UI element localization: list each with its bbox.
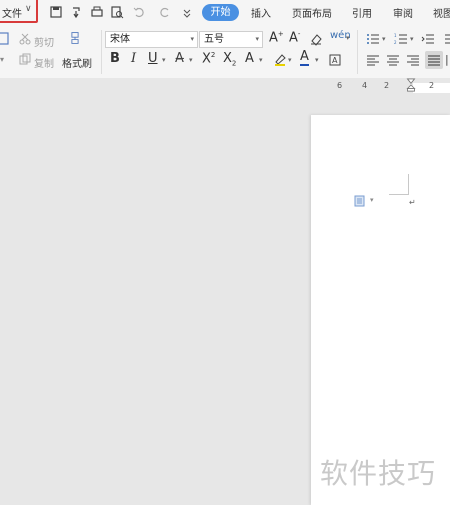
svg-text:A: A	[332, 56, 338, 65]
copy-icon[interactable]	[18, 52, 32, 66]
indent-marker-icon[interactable]	[404, 78, 416, 94]
document-page[interactable]	[311, 115, 450, 505]
align-right-icon[interactable]	[406, 53, 420, 67]
dropdown-caret-icon[interactable]: ▾	[162, 56, 166, 64]
horizontal-ruler[interactable]: 6 4 2 2	[0, 78, 450, 95]
tab-insert[interactable]: 插入	[251, 5, 271, 20]
dropdown-caret-icon[interactable]: ▾	[370, 196, 374, 204]
bullet-list-icon[interactable]	[366, 32, 380, 46]
file-menu-label: 文件	[2, 9, 22, 20]
redo-icon[interactable]	[158, 5, 172, 19]
font-size-value: 五号	[204, 34, 224, 45]
font-name-select[interactable]: 宋体 ▾	[105, 31, 198, 48]
strikethrough-icon[interactable]: A̶	[175, 51, 184, 66]
print-preview-icon[interactable]	[110, 5, 124, 19]
ribbon-divider	[101, 30, 102, 74]
tab-page-layout[interactable]: 页面布局	[292, 5, 332, 20]
underline-icon[interactable]: U	[148, 51, 158, 66]
font-name-value: 宋体	[110, 34, 130, 45]
dropdown-caret-icon[interactable]: ▾	[346, 34, 350, 42]
superscript-icon[interactable]: X2	[202, 51, 215, 66]
cut-button[interactable]: 剪切	[34, 34, 54, 49]
tab-view[interactable]: 视图	[433, 5, 450, 20]
tab-home[interactable]: 开始	[202, 4, 239, 21]
ruler-tick-label: 6	[337, 81, 343, 90]
paste-dropdown-icon[interactable]: ▾	[0, 55, 4, 64]
dropdown-caret-icon[interactable]: ▾	[410, 35, 414, 43]
output-icon[interactable]	[70, 5, 84, 19]
decrease-indent-icon[interactable]	[421, 32, 435, 46]
font-color-icon[interactable]: A	[300, 50, 309, 66]
dropdown-caret-icon[interactable]: ▾	[259, 56, 263, 64]
italic-icon[interactable]: I	[131, 51, 136, 66]
text-effect-icon[interactable]: A	[245, 51, 254, 66]
customize-toolbar-icon[interactable]	[180, 5, 194, 19]
tab-review[interactable]: 审阅	[393, 5, 413, 20]
dropdown-caret-icon[interactable]: ▾	[315, 56, 319, 64]
file-menu-button[interactable]: 文件 ∨	[0, 0, 38, 23]
layout-options-icon[interactable]	[354, 195, 366, 207]
margin-corner-marker	[389, 194, 409, 195]
increase-indent-icon[interactable]	[440, 32, 450, 46]
dropdown-caret-icon: ▾	[255, 35, 259, 43]
dropdown-caret-icon[interactable]: ▾	[189, 56, 193, 64]
undo-icon[interactable]	[132, 5, 146, 19]
tab-references[interactable]: 引用	[352, 5, 372, 20]
svg-text:2: 2	[394, 40, 397, 45]
cut-icon[interactable]	[18, 32, 32, 46]
grow-font-icon[interactable]: A+	[269, 30, 284, 45]
dropdown-caret-icon[interactable]: ▾	[382, 35, 386, 43]
ribbon-divider	[357, 30, 358, 74]
distribute-icon[interactable]: |	[445, 53, 449, 66]
dropdown-caret-icon[interactable]: ▾	[288, 56, 292, 64]
format-painter-icon[interactable]	[68, 31, 86, 49]
highlight-icon[interactable]	[273, 52, 287, 66]
format-painter-button[interactable]: 格式刷	[62, 55, 92, 70]
chevron-down-icon: ∨	[25, 4, 32, 14]
dropdown-caret-icon: ▾	[190, 35, 194, 43]
char-border-icon[interactable]: A	[328, 53, 342, 67]
paragraph-mark-icon: ↵	[409, 198, 416, 207]
margin-corner-marker	[408, 174, 409, 195]
ruler-tick-label: 2	[384, 81, 390, 90]
top-toolbar: 文件 ∨ 开始 插入 页面布局 引用 审阅 视图	[0, 0, 450, 25]
align-left-icon[interactable]	[366, 53, 380, 67]
paste-icon[interactable]	[0, 31, 11, 45]
subscript-icon[interactable]: X2	[223, 51, 236, 68]
ruler-tick-label: 2	[429, 81, 435, 90]
numbered-list-icon[interactable]: 12	[394, 32, 408, 46]
print-icon[interactable]	[90, 5, 104, 19]
font-size-select[interactable]: 五号 ▾	[199, 31, 263, 48]
shrink-font-icon[interactable]: A-	[289, 30, 300, 45]
justify-icon[interactable]	[425, 51, 443, 69]
align-center-icon[interactable]	[386, 53, 400, 67]
bold-icon[interactable]: B	[110, 51, 120, 66]
copy-button[interactable]: 复制	[34, 55, 54, 70]
clear-format-icon[interactable]	[309, 32, 323, 46]
watermark-text: 软件技巧	[320, 457, 437, 490]
save-icon[interactable]	[49, 5, 63, 19]
ruler-tick-label: 4	[362, 81, 368, 90]
svg-text:1: 1	[394, 33, 397, 38]
